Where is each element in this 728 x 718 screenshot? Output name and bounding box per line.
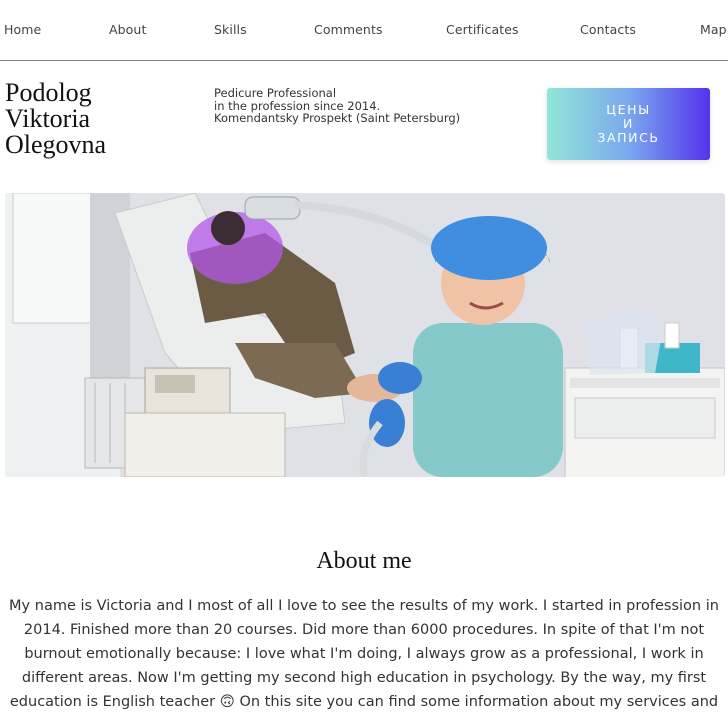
- about-line: different areas. Now I'm getting my seco…: [21, 670, 707, 686]
- cta-line: ЗАПИСЬ: [597, 130, 660, 145]
- about-line: burnout emotionally because: I love what…: [24, 646, 704, 662]
- top-navigation: Home About Skills Comments Certificates …: [0, 0, 728, 61]
- about-line: 2014. Finished more than 20 courses. Did…: [23, 622, 705, 638]
- about-heading: About me: [316, 548, 412, 574]
- brand-line: Podolog: [5, 78, 92, 107]
- nav-contacts[interactable]: Contacts: [580, 22, 636, 37]
- site-brand: Podolog Viktoria Olegovna: [5, 80, 195, 158]
- nav-comments[interactable]: Comments: [314, 22, 383, 37]
- about-text: My name is Victoria and I most of all I …: [0, 594, 728, 714]
- nav-map[interactable]: Map: [700, 22, 727, 37]
- tagline: Pedicure Professional in the profession …: [214, 87, 460, 125]
- cta-line: ЦЕНЫ: [606, 102, 651, 117]
- prices-booking-button[interactable]: ЦЕНЫ И ЗАПИСЬ: [547, 88, 710, 160]
- brand-line: Olegovna: [5, 130, 107, 159]
- cta-line: И: [623, 116, 634, 131]
- brand-line: Viktoria: [5, 104, 91, 133]
- nav-home[interactable]: Home: [4, 22, 41, 37]
- tagline-line: Pedicure Professional: [214, 86, 337, 100]
- tagline-line: Komendantsky Prospekt (Saint Petersburg): [214, 111, 461, 126]
- about-line: My name is Victoria and I most of all I …: [9, 598, 719, 614]
- hero-photo: [5, 193, 725, 477]
- about-line: education is English teacher 🙃 On this s…: [9, 694, 719, 710]
- nav-skills[interactable]: Skills: [214, 22, 247, 37]
- nav-certificates[interactable]: Certificates: [446, 22, 519, 37]
- hero-illustration: [5, 193, 725, 477]
- nav-about[interactable]: About: [109, 22, 146, 37]
